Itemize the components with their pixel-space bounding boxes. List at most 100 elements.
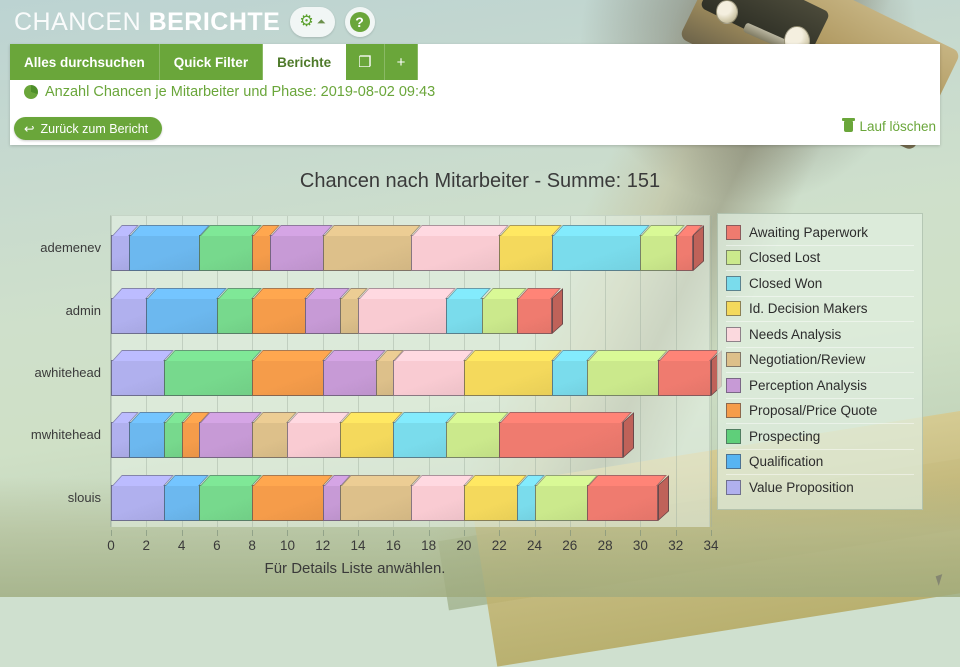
bar-segment[interactable] bbox=[252, 225, 280, 272]
x-axis-tick bbox=[534, 530, 536, 536]
bar-segment[interactable] bbox=[411, 474, 474, 521]
x-axis-tick bbox=[322, 530, 324, 536]
legend-item-qualification[interactable]: Qualification bbox=[726, 450, 914, 475]
tab-quick-filter[interactable]: Quick Filter bbox=[159, 44, 264, 80]
tab-label: Berichte bbox=[277, 54, 332, 70]
tab-alles-durchsuchen[interactable]: Alles durchsuchen bbox=[10, 44, 160, 80]
bar-segment[interactable] bbox=[411, 225, 510, 272]
legend-item-proposal-price-quote[interactable]: Proposal/Price Quote bbox=[726, 399, 914, 424]
x-axis-tick bbox=[499, 530, 501, 536]
back-to-report-button[interactable]: ↩ Zurück zum Bericht bbox=[14, 117, 163, 140]
bar-segment[interactable] bbox=[358, 287, 457, 334]
x-axis-tick-label: 20 bbox=[456, 538, 472, 553]
legend-label: Negotiation/Review bbox=[749, 352, 866, 368]
bar-segment[interactable] bbox=[481, 287, 527, 334]
bar-segment[interactable] bbox=[163, 349, 263, 396]
delete-run-button[interactable]: Lauf löschen bbox=[842, 118, 936, 134]
tab-berichte[interactable]: Berichte bbox=[263, 44, 347, 80]
bar-segment[interactable] bbox=[322, 349, 386, 396]
x-axis-tick-label: 28 bbox=[597, 538, 613, 553]
bar-segment[interactable] bbox=[128, 225, 210, 272]
bar-segment[interactable] bbox=[534, 474, 598, 521]
bar-segment[interactable] bbox=[499, 225, 563, 272]
bar-segment[interactable] bbox=[216, 287, 263, 334]
bar-segment[interactable] bbox=[675, 225, 703, 272]
legend-item-awaiting-paperwork[interactable]: Awaiting Paperwork bbox=[726, 220, 914, 246]
x-axis-tick bbox=[358, 530, 360, 536]
bar-segment[interactable] bbox=[516, 287, 562, 334]
bar-segment-top-face bbox=[359, 287, 457, 299]
bar-segment[interactable] bbox=[252, 349, 333, 396]
bar-segment[interactable] bbox=[199, 474, 263, 521]
bar-segment[interactable] bbox=[516, 474, 545, 521]
bar-segment[interactable] bbox=[128, 412, 174, 459]
bar-segment[interactable] bbox=[252, 287, 316, 334]
x-axis-tick-label: 12 bbox=[315, 538, 331, 553]
bar-segment[interactable] bbox=[463, 474, 527, 521]
legend-label: Perception Analysis bbox=[749, 377, 867, 393]
bar-segment-top-face bbox=[588, 349, 668, 361]
bar-side-face bbox=[693, 225, 705, 272]
bar-segment[interactable] bbox=[163, 474, 210, 521]
bar-segment[interactable] bbox=[111, 474, 174, 521]
bar-segment[interactable] bbox=[269, 225, 333, 272]
legend-item-negotiation-review[interactable]: Negotiation/Review bbox=[726, 348, 914, 373]
bar-segment[interactable] bbox=[446, 287, 492, 334]
legend-swatch bbox=[726, 224, 741, 240]
bar-segment[interactable] bbox=[587, 349, 668, 396]
bar-segment[interactable] bbox=[199, 412, 263, 459]
bar-segment[interactable] bbox=[287, 412, 351, 459]
legend-item-perception-analysis[interactable]: Perception Analysis bbox=[726, 373, 914, 399]
bar-segment[interactable] bbox=[146, 287, 227, 334]
help-button[interactable]: ? bbox=[344, 7, 375, 37]
bar-segment[interactable] bbox=[111, 225, 139, 272]
bar-segment[interactable] bbox=[111, 412, 139, 459]
bar-segment[interactable] bbox=[181, 412, 210, 459]
bar-segment[interactable] bbox=[252, 474, 333, 521]
settings-menu-button[interactable]: ⚙ ⏶ bbox=[290, 7, 335, 37]
bar-segment[interactable] bbox=[552, 349, 598, 396]
x-axis-tick-label: 4 bbox=[177, 538, 186, 553]
bar-segment[interactable] bbox=[322, 474, 351, 521]
bar-segment[interactable] bbox=[463, 349, 563, 396]
legend-item-id-decision-makers[interactable]: Id. Decision Makers bbox=[726, 297, 914, 322]
bar-segment[interactable] bbox=[640, 225, 686, 272]
bar-segment[interactable] bbox=[305, 287, 351, 334]
legend-swatch bbox=[726, 377, 741, 393]
legend-label: Closed Won bbox=[749, 275, 823, 291]
add-tab-button[interactable]: + bbox=[384, 44, 419, 80]
bar-segment[interactable] bbox=[587, 474, 667, 521]
bar-segment[interactable] bbox=[499, 412, 632, 459]
bar-segment[interactable] bbox=[658, 349, 720, 396]
bar-segment[interactable] bbox=[163, 412, 192, 459]
bar-segment[interactable] bbox=[199, 225, 263, 272]
bar-segment[interactable] bbox=[375, 349, 404, 396]
bar-segment[interactable] bbox=[393, 349, 474, 396]
legend-item-needs-analysis[interactable]: Needs Analysis bbox=[726, 322, 914, 348]
bar-segment[interactable] bbox=[340, 287, 368, 334]
legend-item-closed-lost[interactable]: Closed Lost bbox=[726, 246, 914, 271]
tab-bar: Alles durchsuchen Quick Filter Berichte … bbox=[10, 44, 419, 80]
bar-segment-top-face bbox=[147, 287, 227, 299]
bar-segment[interactable] bbox=[322, 225, 421, 272]
chart-row: awhitehead bbox=[35, 341, 722, 403]
bar-segment[interactable] bbox=[446, 412, 510, 459]
bar-segment[interactable] bbox=[111, 287, 157, 334]
bar-segment[interactable] bbox=[252, 412, 298, 459]
legend-item-value-proposition[interactable]: Value Proposition bbox=[726, 475, 914, 501]
bar-segment[interactable] bbox=[340, 412, 404, 459]
legend-label: Prospecting bbox=[749, 428, 821, 444]
duplicate-tab-button[interactable]: ❐ bbox=[346, 44, 385, 80]
bar-segment[interactable] bbox=[111, 349, 174, 396]
legend-label: Value Proposition bbox=[749, 480, 854, 496]
x-axis-tick bbox=[428, 530, 430, 536]
x-axis-tick bbox=[111, 530, 112, 536]
legend-item-closed-won[interactable]: Closed Won bbox=[726, 271, 914, 297]
page-title: CHANCEN BERICHTE bbox=[14, 8, 280, 37]
y-axis-category-label: slouis bbox=[67, 489, 101, 505]
bar-segment[interactable] bbox=[552, 225, 651, 272]
bar-segment[interactable] bbox=[393, 412, 457, 459]
chevron-down-icon: ⏶ bbox=[316, 15, 326, 28]
legend-item-prospecting[interactable]: Prospecting bbox=[726, 424, 914, 450]
bar-segment[interactable] bbox=[340, 474, 421, 521]
